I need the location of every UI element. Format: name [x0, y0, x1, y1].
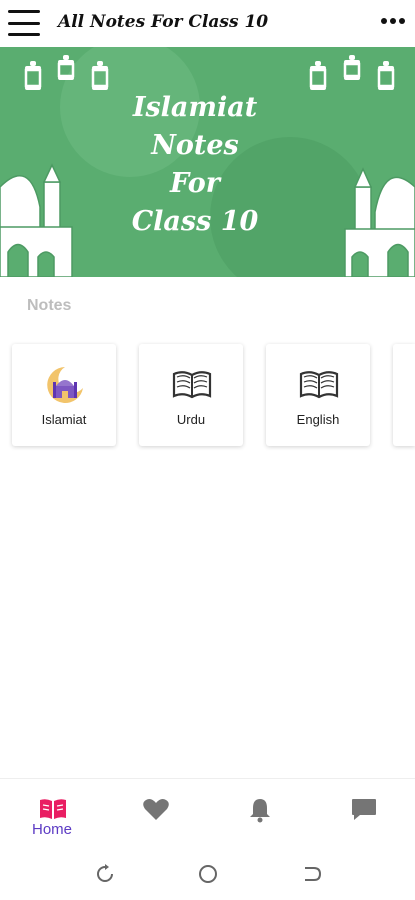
note-card-label: Urdu	[176, 412, 206, 427]
home-circle-icon[interactable]	[196, 862, 220, 886]
note-card-islamiat[interactable]: Islamiat	[12, 344, 116, 446]
back-icon[interactable]	[300, 862, 324, 886]
note-card-label: English	[296, 412, 340, 427]
nav-messages[interactable]	[313, 779, 413, 849]
nav-favorites[interactable]	[105, 779, 205, 849]
recent-apps-icon[interactable]	[93, 862, 117, 886]
book-icon	[40, 799, 66, 819]
hamburger-menu-icon[interactable]	[8, 10, 40, 36]
notes-card-list: Islamiat Urdu English	[0, 344, 415, 448]
nav-notifications[interactable]	[209, 779, 309, 849]
mosque-crescent-icon	[47, 367, 83, 403]
bottom-navigation: Home	[0, 778, 415, 848]
banner-title-line: Class 10	[131, 206, 259, 237]
open-book-icon	[299, 371, 339, 399]
note-card-english[interactable]: English	[266, 344, 370, 446]
banner: Islamiat Notes For Class 10	[0, 47, 415, 277]
mosque-left	[0, 163, 73, 277]
banner-title-line: Notes	[151, 130, 239, 161]
more-horizontal-icon[interactable]	[381, 18, 405, 24]
note-card-partial[interactable]	[393, 344, 415, 446]
banner-title: Islamiat Notes For Class 10	[100, 89, 290, 241]
banner-title-line: Islamiat	[132, 92, 258, 123]
banner-title-line: For	[170, 168, 220, 199]
heart-icon	[143, 799, 169, 820]
app-title: All Notes For Class 10	[58, 12, 269, 32]
note-card-label: Islamiat	[41, 412, 87, 427]
open-book-icon	[172, 371, 212, 399]
note-card-urdu[interactable]: Urdu	[139, 344, 243, 446]
app-bar: All Notes For Class 10	[0, 0, 415, 46]
chat-icon	[352, 799, 376, 820]
nav-home-label: Home	[31, 821, 72, 838]
system-navigation-bar	[0, 848, 415, 900]
notes-section-label: Notes	[27, 297, 72, 314]
mosque-right	[344, 167, 415, 277]
bell-icon	[250, 799, 270, 823]
nav-home[interactable]: Home	[2, 779, 102, 849]
